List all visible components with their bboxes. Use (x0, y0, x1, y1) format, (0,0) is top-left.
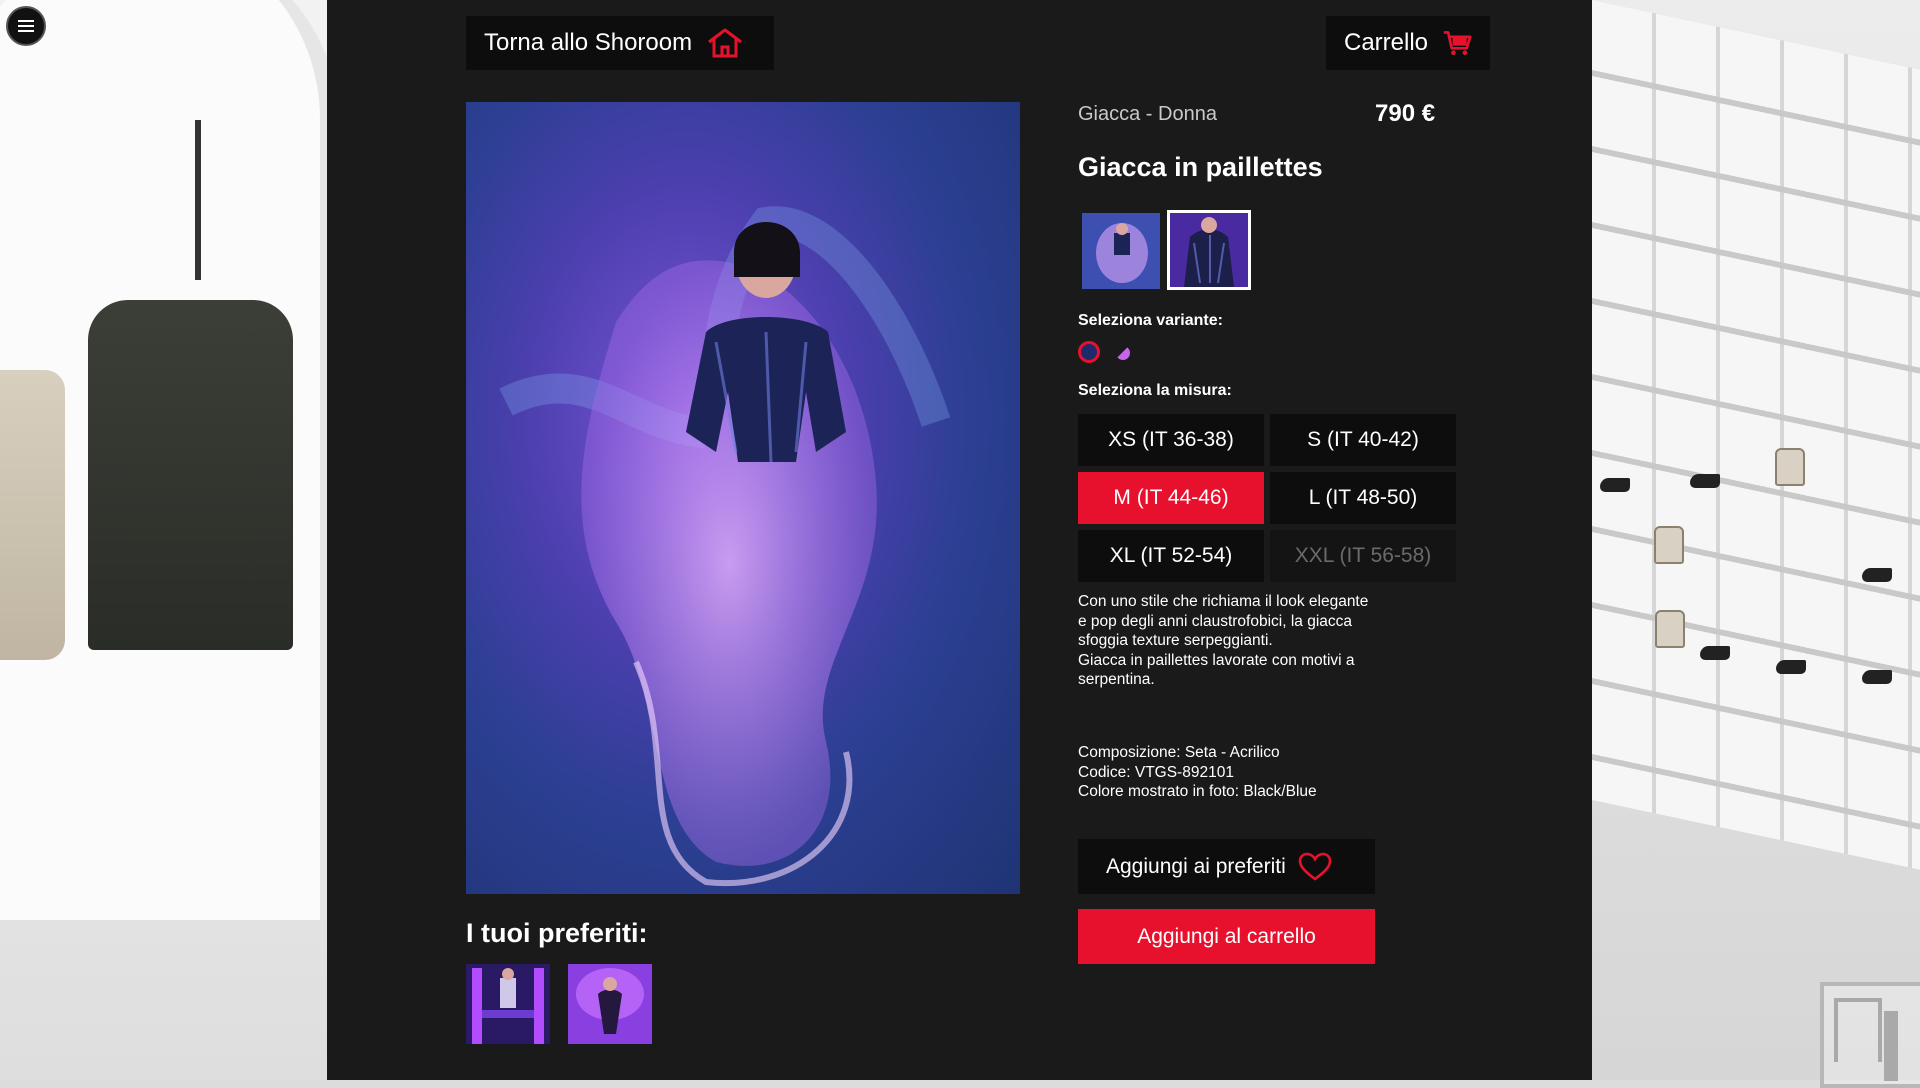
variant-swatch-purple[interactable] (1116, 346, 1130, 360)
bag-item (1775, 448, 1805, 486)
menu-button[interactable] (6, 6, 46, 46)
shopping-cart-icon (1443, 31, 1472, 55)
floor-map-minimap[interactable] (1820, 982, 1920, 1088)
shoe-item (1776, 660, 1806, 674)
hanging-jacket-dark (88, 300, 293, 650)
product-price: 790 € (1375, 100, 1436, 127)
description-line: Con uno stile che richiama il look elega… (1078, 593, 1369, 610)
description-line: e pop degli anni claustrofobici, la giac… (1078, 612, 1353, 630)
shoe-shelves (1592, 0, 1920, 870)
size-option-s[interactable]: S (IT 40-42) (1270, 414, 1456, 466)
description-line: serpentina. (1078, 671, 1155, 688)
size-label: Seleziona la misura: (1078, 382, 1232, 399)
hanging-jacket-beige (0, 370, 65, 660)
size-option-xl[interactable]: XL (IT 52-54) (1078, 530, 1264, 582)
add-to-cart-button[interactable]: Aggiungi al carrello (1078, 909, 1375, 964)
product-details: Composizione: Seta - Acrilico Codice: VT… (1078, 743, 1423, 802)
product-color-shown: Colore mostrato in foto: Black/Blue (1078, 783, 1317, 800)
product-composition: Composizione: Seta - Acrilico (1078, 744, 1280, 761)
back-to-showroom-button[interactable]: Torna allo Shoroom (466, 16, 774, 70)
product-main-image (466, 102, 1020, 894)
shoe-item (1700, 646, 1730, 660)
size-option-xxl-disabled: XXL (IT 56-58) (1270, 530, 1456, 582)
description-line: sfoggia texture serpeggianti. (1078, 632, 1273, 649)
product-description: Con uno stile che richiama il look elega… (1078, 592, 1423, 690)
favorite-item-1[interactable] (466, 964, 550, 1044)
heart-icon (1298, 852, 1332, 881)
shoe-item (1600, 478, 1630, 492)
showroom-background-left (0, 0, 338, 1080)
hamburger-menu-icon (18, 20, 34, 32)
add-to-favorites-label: Aggiungi ai preferiti (1106, 854, 1286, 878)
favorites-title: I tuoi preferiti: (466, 918, 648, 948)
add-to-favorites-button[interactable]: Aggiungi ai preferiti (1078, 839, 1375, 894)
shoe-item (1862, 568, 1892, 582)
product-title: Giacca in paillettes (1078, 152, 1323, 182)
description-line: Giacca in paillettes lavorate con motivi… (1078, 651, 1355, 669)
shoe-item (1690, 474, 1720, 488)
size-option-xs[interactable]: XS (IT 36-38) (1078, 414, 1264, 466)
bag-item (1654, 526, 1684, 564)
shoe-item (1862, 670, 1892, 684)
product-category: Giacca - Donna (1078, 103, 1217, 125)
cart-label: Carrello (1344, 29, 1429, 56)
product-code: Codice: VTGS-892101 (1078, 763, 1234, 781)
home-icon (708, 28, 743, 58)
variant-label: Seleziona variante: (1078, 312, 1223, 329)
favorite-item-2[interactable] (568, 964, 652, 1044)
size-option-l[interactable]: L (IT 48-50) (1270, 472, 1456, 524)
clothes-rail (195, 120, 201, 280)
product-thumbnail-1[interactable] (1082, 213, 1160, 289)
back-to-showroom-label: Torna allo Shoroom (484, 29, 693, 56)
cart-button[interactable]: Carrello (1326, 16, 1490, 70)
product-thumbnail-2-selected[interactable] (1167, 210, 1251, 290)
bag-item (1655, 610, 1685, 648)
variant-swatch-black-blue[interactable] (1078, 341, 1100, 363)
size-option-m-selected[interactable]: M (IT 44-46) (1078, 472, 1264, 524)
